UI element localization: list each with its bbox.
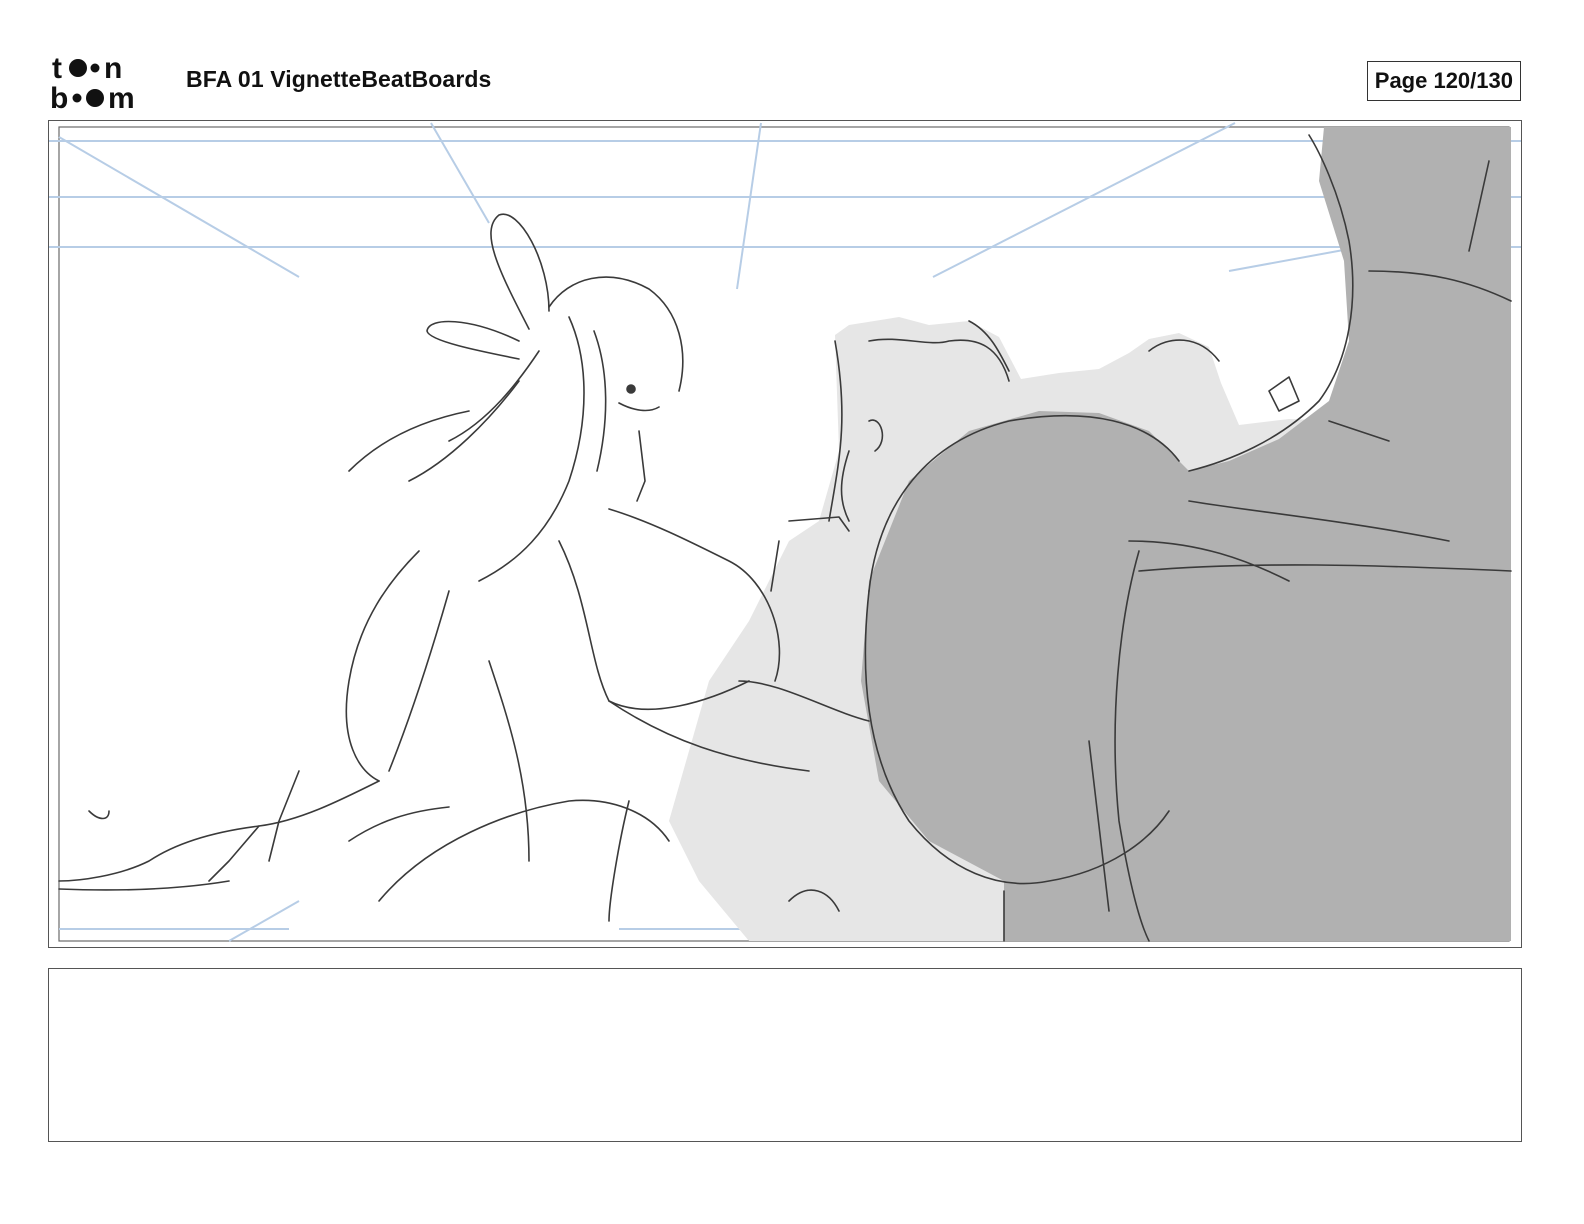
svg-text:m: m: [108, 82, 135, 112]
page-number-badge: Page 120/130: [1366, 61, 1521, 101]
svg-text:n: n: [104, 52, 122, 85]
svg-text:b: b: [50, 82, 68, 112]
svg-text:t: t: [52, 52, 62, 85]
storyboard-sketch: [49, 122, 1521, 942]
document-title: BFA 01 VignetteBeatBoards: [186, 66, 492, 92]
storyboard-panel: [48, 120, 1522, 948]
toon-boom-logo: t n b m: [50, 52, 135, 112]
panel-notes-box[interactable]: [48, 968, 1522, 1142]
